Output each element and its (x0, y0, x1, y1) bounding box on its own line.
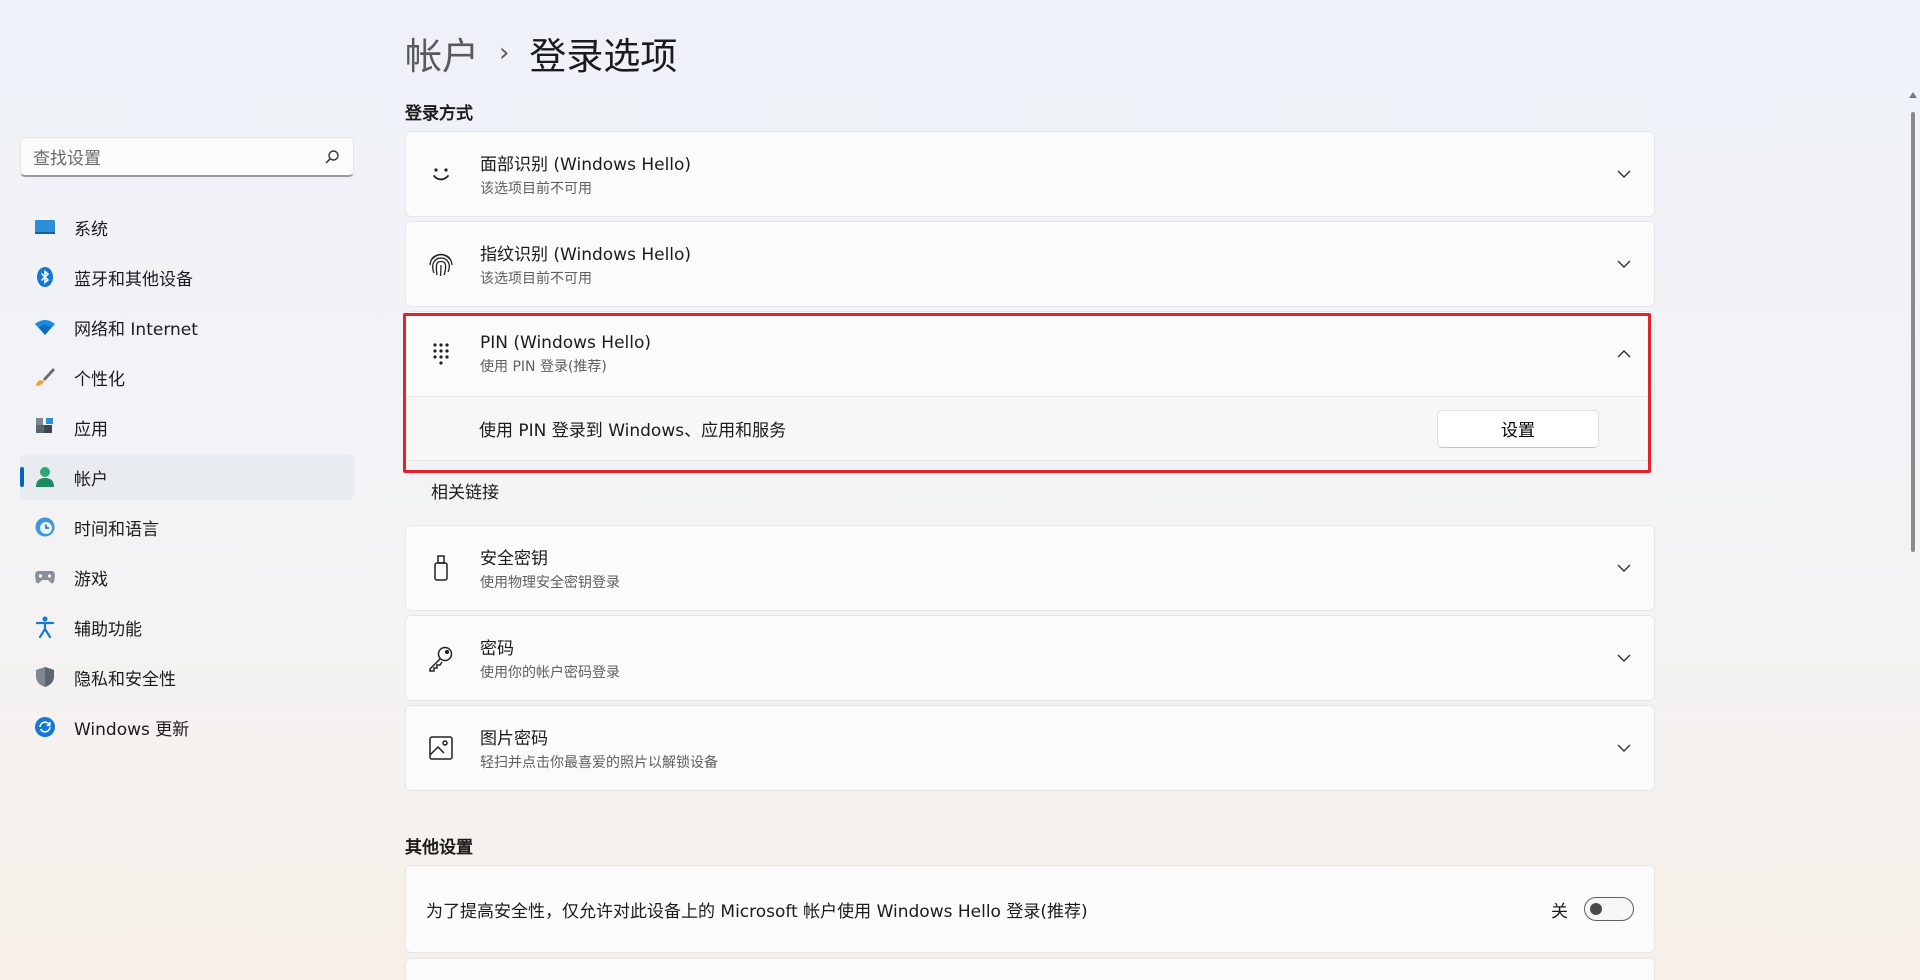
sidebar-item-bluetooth[interactable]: 蓝牙和其他设备 (20, 254, 354, 300)
option-subtitle: 使用 PIN 登录(推荐) (480, 358, 607, 375)
shield-icon (34, 666, 56, 688)
pin-detail-panel: 使用 PIN 登录到 Windows、应用和服务 设置 (406, 396, 1654, 460)
sign-in-option-security-key[interactable]: 安全密钥 使用物理安全密钥登录 (405, 525, 1655, 611)
sidebar-item-gaming[interactable]: 游戏 (20, 554, 354, 600)
option-title: 面部识别 (Windows Hello) (480, 155, 692, 175)
settings-window: 查找设置 系统 蓝牙和其他设备 网络和 Internet 个性化 应用 帐户 时… (0, 0, 1920, 980)
breadcrumb-separator: › (499, 38, 510, 68)
sign-in-option-face[interactable]: 面部识别 (Windows Hello) 该选项目前不可用 (405, 131, 1655, 217)
sidebar-item-label: 蓝牙和其他设备 (74, 269, 193, 290)
chevron-up-icon[interactable] (1614, 344, 1634, 364)
hello-only-text: 为了提高安全性，仅允许对此设备上的 Microsoft 帐户使用 Windows… (426, 901, 1088, 922)
gamepad-icon (34, 566, 56, 588)
option-title: 图片密码 (480, 729, 548, 749)
sidebar-item-label: 系统 (74, 219, 108, 240)
sidebar-item-time-language[interactable]: 时间和语言 (20, 504, 354, 550)
key-icon (426, 643, 456, 673)
sign-in-option-picture-password[interactable]: 图片密码 轻扫并点击你最喜爱的照片以解锁设备 (405, 705, 1655, 791)
page-title: 登录选项 (529, 35, 678, 78)
wifi-icon (34, 316, 56, 338)
scroll-thumb[interactable] (1911, 112, 1915, 552)
main-content: 帐户 › 登录选项 登录方式 面部识别 (Windows Hello) 该选项目… (405, 0, 1655, 980)
sidebar-item-label: 辅助功能 (74, 619, 142, 640)
sidebar-item-accessibility[interactable]: 辅助功能 (20, 604, 354, 650)
breadcrumb-parent[interactable]: 帐户 (405, 26, 479, 80)
option-title: 指纹识别 (Windows Hello) (480, 245, 692, 265)
chevron-down-icon[interactable] (1614, 738, 1634, 758)
option-subtitle: 该选项目前不可用 (480, 271, 592, 287)
breadcrumb: 帐户 › 登录选项 (405, 28, 677, 78)
hello-only-toggle-area[interactable]: 关 (1551, 897, 1634, 922)
option-title: 密码 (480, 639, 514, 659)
option-subtitle: 使用物理安全密钥登录 (480, 575, 620, 591)
scrollbar[interactable] (1906, 88, 1920, 980)
accessibility-icon (34, 616, 56, 638)
toggle-knob (1590, 903, 1602, 915)
hello-only-setting: 为了提高安全性，仅允许对此设备上的 Microsoft 帐户使用 Windows… (405, 865, 1655, 953)
option-title: 安全密钥 (480, 549, 548, 569)
pin-detail-text: 使用 PIN 登录到 Windows、应用和服务 (479, 421, 787, 441)
face-icon (426, 159, 456, 189)
refresh-icon (34, 716, 56, 738)
sidebar-item-label: 应用 (74, 419, 108, 440)
related-links-heading: 相关链接 (431, 483, 499, 503)
sign-in-option-password[interactable]: 密码 使用你的帐户密码登录 (405, 615, 1655, 701)
hello-only-toggle[interactable] (1584, 897, 1634, 921)
brush-icon (34, 366, 56, 388)
sidebar-item-accounts[interactable]: 帐户 (20, 454, 354, 500)
option-subtitle: 使用你的帐户密码登录 (480, 665, 620, 681)
option-title: PIN (Windows Hello) (480, 332, 652, 353)
bluetooth-icon (34, 266, 56, 288)
section-title-sign-in: 登录方式 (405, 104, 473, 124)
pin-keypad-icon (426, 339, 456, 369)
chevron-down-icon[interactable] (1614, 648, 1634, 668)
account-icon (34, 466, 56, 488)
sign-in-option-fingerprint[interactable]: 指纹识别 (Windows Hello) 该选项目前不可用 (405, 221, 1655, 307)
sidebar-item-label: 隐私和安全性 (74, 669, 176, 690)
chevron-down-icon[interactable] (1614, 164, 1634, 184)
sidebar: 查找设置 系统 蓝牙和其他设备 网络和 Internet 个性化 应用 帐户 时… (0, 0, 380, 980)
monitor-icon (34, 216, 56, 238)
sidebar-item-system[interactable]: 系统 (20, 204, 354, 250)
sidebar-item-label: 个性化 (74, 369, 125, 390)
option-subtitle: 该选项目前不可用 (480, 181, 592, 197)
sidebar-item-label: 游戏 (74, 569, 108, 590)
sidebar-item-personalization[interactable]: 个性化 (20, 354, 354, 400)
sidebar-item-network[interactable]: 网络和 Internet (20, 304, 354, 350)
sidebar-item-label: 网络和 Internet (74, 319, 198, 340)
option-subtitle: 轻扫并点击你最喜爱的照片以解锁设备 (480, 755, 718, 771)
chevron-down-icon[interactable] (1614, 558, 1634, 578)
search-input[interactable]: 查找设置 (33, 144, 323, 169)
pin-setup-button[interactable]: 设置 (1437, 409, 1599, 448)
search-box[interactable]: 查找设置 (20, 137, 354, 177)
sidebar-item-label: 帐户 (74, 469, 108, 490)
next-setting-card (405, 958, 1655, 980)
toggle-state-label: 关 (1551, 901, 1568, 922)
sidebar-nav: 系统 蓝牙和其他设备 网络和 Internet 个性化 应用 帐户 时间和语言 … (20, 204, 354, 754)
sidebar-item-label: Windows 更新 (74, 719, 190, 740)
fingerprint-icon (426, 249, 456, 279)
sign-in-option-pin[interactable]: PIN (Windows Hello) 使用 PIN 登录(推荐) 使用 PIN… (405, 311, 1655, 461)
sidebar-item-privacy[interactable]: 隐私和安全性 (20, 654, 354, 700)
sidebar-item-label: 时间和语言 (74, 519, 159, 540)
chevron-down-icon[interactable] (1614, 254, 1634, 274)
sidebar-item-apps[interactable]: 应用 (20, 404, 354, 450)
apps-icon (34, 416, 56, 438)
scroll-up-arrow-icon[interactable] (1909, 92, 1917, 98)
picture-icon (426, 733, 456, 763)
section-title-other-settings: 其他设置 (405, 838, 473, 858)
clock-globe-icon (34, 516, 56, 538)
sidebar-item-windows-update[interactable]: Windows 更新 (20, 704, 354, 750)
usb-key-icon (426, 553, 456, 583)
search-icon[interactable] (323, 148, 341, 166)
